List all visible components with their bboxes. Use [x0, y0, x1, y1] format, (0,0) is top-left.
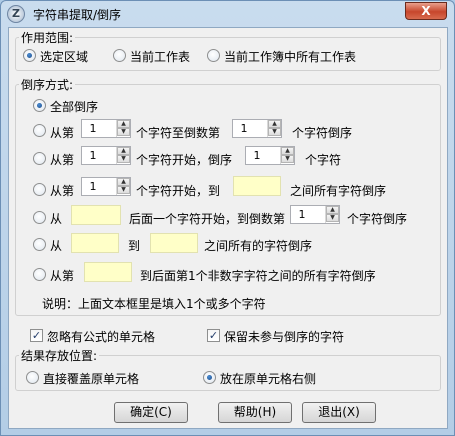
opt1-end-value[interactable]: 1 [233, 122, 255, 135]
opt5-text-a: 从 [50, 239, 63, 253]
spin-down-icon[interactable]: ▼ [326, 214, 339, 222]
spinner-arrows: ▲ ▼ [325, 206, 339, 223]
spin-up-icon[interactable]: ▲ [326, 206, 339, 214]
reverse-radio-between-texts[interactable] [33, 238, 46, 251]
spinner-arrows: ▲ ▼ [280, 147, 294, 164]
result-group-label: 结果存放位置: [19, 347, 100, 364]
opt5-text-c: 之间所有的字符倒序 [204, 239, 313, 253]
scope-option-selection[interactable]: 选定区域 [40, 48, 88, 65]
spin-down-icon[interactable]: ▼ [268, 128, 281, 136]
spin-up-icon[interactable]: ▲ [117, 147, 130, 155]
opt3-text-c: 之间所有字符倒序 [290, 184, 387, 198]
opt3-to-text-input[interactable] [233, 176, 281, 196]
result-radio-overwrite[interactable] [26, 371, 39, 384]
opt2-start-spinner[interactable]: 1 ▲ ▼ [81, 146, 131, 165]
spinner-arrows: ▲ ▼ [116, 120, 130, 137]
opt2-count-value[interactable]: 1 [246, 149, 268, 162]
opt4-end-value[interactable]: 1 [291, 208, 313, 221]
reverse-radio-to-text[interactable] [33, 183, 46, 196]
opt2-start-value[interactable]: 1 [82, 149, 104, 162]
reverse-radio-range[interactable] [33, 124, 46, 137]
keep-unused-label[interactable]: 保留未参与倒序的字符 [224, 328, 344, 345]
app-icon: Z [7, 5, 25, 23]
opt3-start-spinner[interactable]: 1 ▲ ▼ [81, 177, 131, 196]
dialog-body: 作用范围: 选定区域 当前工作表 当前工作簿中所有工作表 倒序方式: 全部倒序 … [8, 27, 448, 429]
help-button[interactable]: 帮助(H) [218, 402, 292, 423]
reverse-option-all[interactable]: 全部倒序 [50, 98, 98, 115]
reverse-radio-until-nondigit[interactable] [33, 268, 46, 281]
opt1-start-spinner[interactable]: 1 ▲ ▼ [81, 119, 131, 138]
opt1-text-c: 个字符倒序 [292, 126, 353, 140]
spin-up-icon[interactable]: ▲ [117, 120, 130, 128]
opt1-text-a: 从第 [50, 126, 75, 140]
opt5-to-text-input[interactable] [150, 233, 198, 253]
opt4-text-c: 个字符倒序 [347, 212, 408, 226]
ok-button[interactable]: 确定(C) [114, 402, 188, 423]
opt2-text-a: 从第 [50, 153, 75, 167]
note-text: 说明：上面文本框里是填入1个或多个字符 [42, 297, 266, 311]
reverse-radio-from-text[interactable] [33, 211, 46, 224]
reverse-radio-all[interactable] [33, 99, 46, 112]
opt6-text-input[interactable] [84, 262, 132, 282]
scope-option-workbook[interactable]: 当前工作簿中所有工作表 [224, 48, 356, 65]
opt3-start-value[interactable]: 1 [82, 180, 104, 193]
opt4-from-text-input[interactable] [71, 205, 121, 225]
window-title: 字符串提取/倒序 [33, 8, 122, 22]
scope-radio-workbook[interactable] [207, 49, 220, 62]
opt2-text-c: 个字符 [305, 153, 342, 167]
ignore-formula-label[interactable]: 忽略有公式的单元格 [47, 328, 155, 345]
opt1-end-spinner[interactable]: 1 ▲ ▼ [232, 119, 282, 138]
spin-up-icon[interactable]: ▲ [268, 120, 281, 128]
opt1-start-value[interactable]: 1 [82, 122, 104, 135]
opt2-count-spinner[interactable]: 1 ▲ ▼ [245, 146, 295, 165]
opt4-text-b: 后面一个字符开始，到倒数第 [129, 212, 286, 226]
spin-down-icon[interactable]: ▼ [117, 128, 130, 136]
scope-radio-sheet[interactable] [113, 49, 126, 62]
spin-up-icon[interactable]: ▲ [117, 178, 130, 186]
opt2-text-b: 个字符开始，倒序 [136, 153, 233, 167]
opt4-end-spinner[interactable]: 1 ▲ ▼ [290, 205, 340, 224]
reverse-radio-count[interactable] [33, 152, 46, 165]
spinner-arrows: ▲ ▼ [267, 120, 281, 137]
scope-group-label: 作用范围: [19, 29, 76, 46]
result-option-right[interactable]: 放在原单元格右侧 [220, 370, 316, 387]
title-bar[interactable]: Z 字符串提取/倒序 X [1, 1, 454, 27]
dialog-window: Z 字符串提取/倒序 X 作用范围: 选定区域 当前工作表 当前工作簿中所有工作… [0, 0, 455, 436]
spin-up-icon[interactable]: ▲ [281, 147, 294, 155]
close-button[interactable]: X [405, 2, 447, 20]
opt6-text-a: 从第 [50, 269, 75, 283]
spinner-arrows: ▲ ▼ [116, 147, 130, 164]
spin-down-icon[interactable]: ▼ [117, 186, 130, 194]
result-radio-right[interactable] [203, 371, 216, 384]
result-option-overwrite[interactable]: 直接覆盖原单元格 [43, 370, 139, 387]
scope-option-sheet[interactable]: 当前工作表 [130, 48, 190, 65]
opt5-text-b: 到 [128, 239, 141, 253]
opt5-from-text-input[interactable] [71, 233, 119, 253]
ignore-formula-checkbox[interactable]: ✓ [30, 329, 43, 342]
spin-down-icon[interactable]: ▼ [117, 155, 130, 163]
keep-unused-checkbox[interactable]: ✓ [207, 329, 220, 342]
opt4-text-a: 从 [50, 212, 63, 226]
reverse-group-label: 倒序方式: [19, 76, 76, 93]
opt3-text-b: 个字符开始，到 [136, 184, 221, 198]
opt6-text-b: 到后面第1个非数字字符之间的所有字符倒序 [140, 269, 376, 283]
spin-down-icon[interactable]: ▼ [281, 155, 294, 163]
spinner-arrows: ▲ ▼ [116, 178, 130, 195]
scope-radio-selection[interactable] [23, 49, 36, 62]
exit-button[interactable]: 退出(X) [302, 402, 376, 423]
opt1-text-b: 个字符至倒数第 [136, 126, 221, 140]
opt3-text-a: 从第 [50, 184, 75, 198]
